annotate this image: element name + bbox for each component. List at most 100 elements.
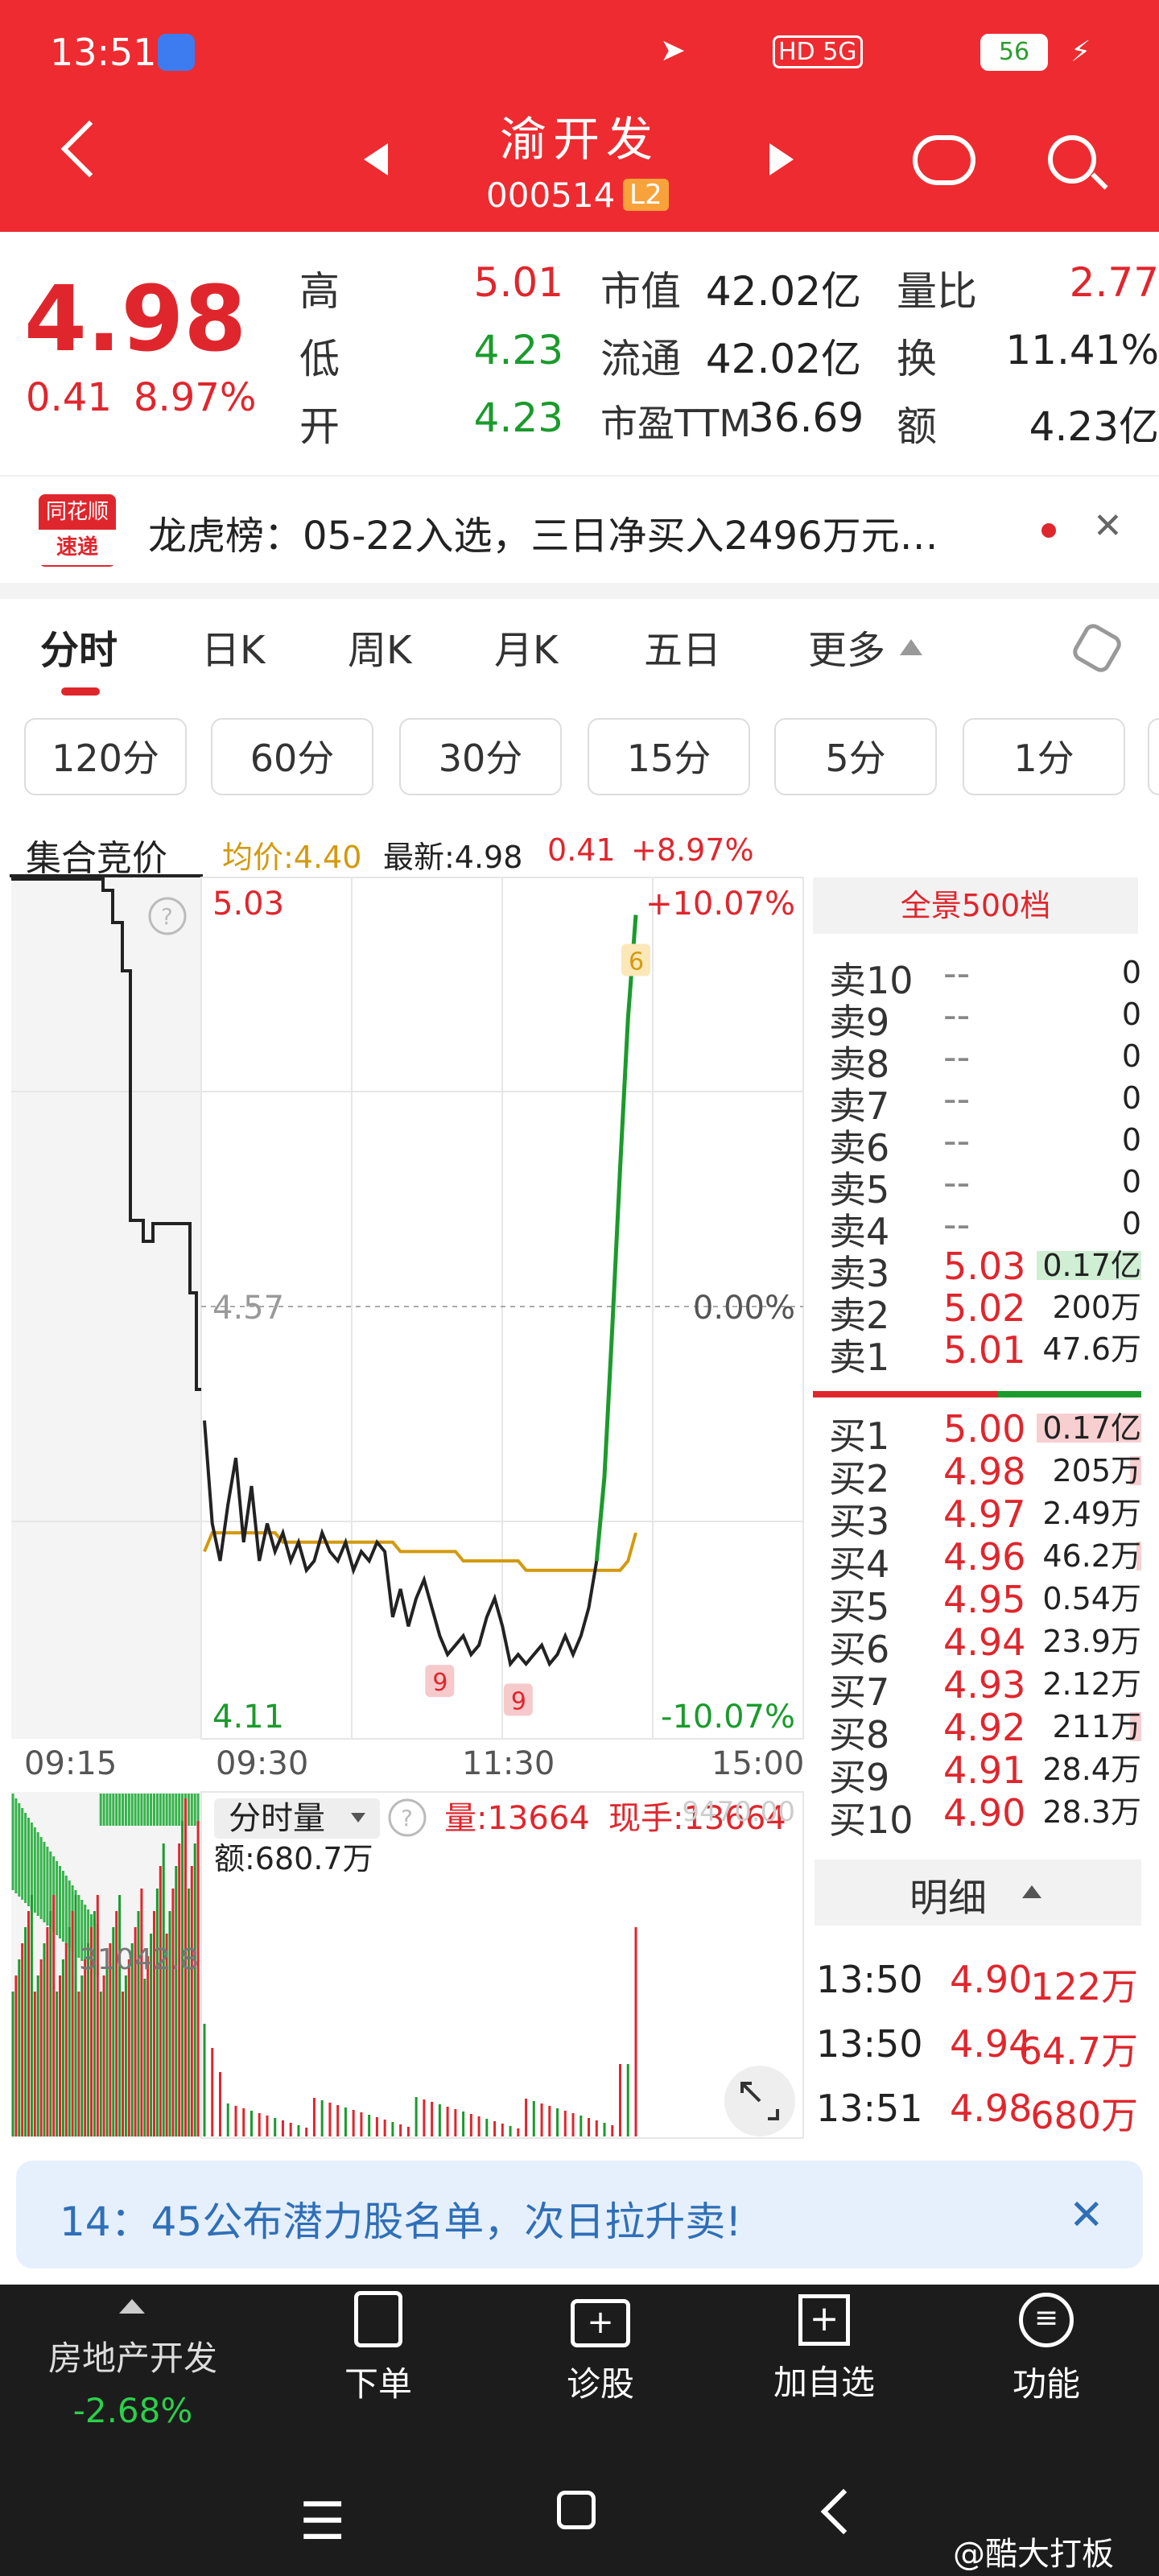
intraday-chart[interactable]: 9 9 6 ? 5.03 4.57 4.11 +10.07% 0.00% -10.0… <box>0 874 813 2146</box>
tab-more[interactable]: 更多 <box>808 618 885 675</box>
trade-price: 4.98 <box>950 2087 1033 2130</box>
bid-price: 4.91 <box>943 1748 1026 1792</box>
bid-row[interactable]: 买2 4.98 205万 <box>813 1450 1141 1501</box>
period-60m[interactable]: 60分 <box>211 718 373 795</box>
ask-row[interactable]: 卖8 -- 0 <box>813 1035 1141 1086</box>
ask-volume: 0 <box>1121 1164 1141 1199</box>
bid-row[interactable]: 买4 4.96 46.2万 <box>813 1535 1141 1586</box>
ask-row[interactable]: 卖5 -- 0 <box>813 1161 1141 1212</box>
bid-price: 4.98 <box>943 1450 1026 1493</box>
bid-row[interactable]: 买8 4.92 211万 <box>813 1706 1141 1757</box>
bid-price: 4.94 <box>943 1620 1026 1664</box>
bid-volume: 205万 <box>1052 1453 1141 1488</box>
stat-pe-label: 市盈TTM <box>600 402 752 445</box>
period-1m[interactable]: 1分 <box>963 718 1125 795</box>
ask-price: 5.03 <box>943 1245 1026 1288</box>
bid-row[interactable]: 买3 4.97 2.49万 <box>813 1492 1141 1543</box>
system-menu-icon[interactable]: ☰ <box>299 2492 345 2552</box>
ask-row[interactable]: 卖3 5.03 0.17亿 <box>813 1245 1141 1295</box>
status-time: 13:51 <box>50 31 157 74</box>
back-arrow-icon[interactable] <box>60 120 118 178</box>
bid-row[interactable]: 买7 4.93 2.12万 <box>813 1663 1141 1714</box>
sector-change: -2.68% <box>72 2391 193 2430</box>
ask-row[interactable]: 卖2 5.02 200万 <box>813 1286 1141 1337</box>
bid-row[interactable]: 买10 4.90 28.3万 <box>813 1791 1141 1842</box>
nav-add-watchlist[interactable]: + 加自选 <box>744 2286 905 2405</box>
system-home-icon[interactable] <box>557 2491 596 2529</box>
bid-row[interactable]: 买1 5.00 0.17亿 <box>813 1407 1141 1458</box>
detail-caret-icon <box>1022 1885 1041 1898</box>
nav-order[interactable]: 下单 <box>298 2286 459 2406</box>
price-line <box>203 1420 599 1668</box>
trade-time: 13:51 <box>816 2087 923 2130</box>
volume-title: 分时量 <box>229 1800 325 1837</box>
ask-row[interactable]: 卖7 -- 0 <box>813 1077 1141 1128</box>
tab-daily-k[interactable]: 日K <box>201 618 265 675</box>
app-link-icon <box>158 34 195 71</box>
news-logo-top: 同花顺 <box>45 500 109 524</box>
ask-volume: 200万 <box>1052 1290 1141 1325</box>
stat-mktcap-label: 市值 <box>600 268 681 315</box>
bid-volume: 0.17亿 <box>1042 1410 1141 1446</box>
stat-open-value: 4.23 <box>473 394 563 441</box>
price-axis-low: 4.11 <box>212 1699 284 1736</box>
price-axis-high: 5.03 <box>212 886 284 923</box>
ask-row[interactable]: 卖1 5.01 47.6万 <box>813 1328 1141 1379</box>
ask-volume: 0 <box>1121 1080 1141 1116</box>
nav-functions[interactable]: ≡ 功能 <box>966 2286 1127 2406</box>
search-icon-handle <box>1091 172 1108 190</box>
period-30m[interactable]: 30分 <box>399 718 562 795</box>
nav-diagnose[interactable]: + 诊股 <box>520 2286 681 2406</box>
bid-row[interactable]: 买9 4.91 28.4万 <box>813 1748 1141 1799</box>
bid-row[interactable]: 买6 4.94 23.9万 <box>813 1620 1141 1671</box>
stock-code: 000514 <box>486 175 616 215</box>
watermark: @酷大打板 <box>953 2536 1114 2573</box>
caret-up-icon <box>900 639 922 655</box>
period-120m[interactable]: 120分 <box>24 718 187 795</box>
ask-row[interactable]: 卖9 -- 0 <box>813 993 1141 1044</box>
add-watchlist-icon: + <box>798 2294 850 2346</box>
ask-row[interactable]: 卖6 -- 0 <box>813 1119 1141 1170</box>
chart-markers: 9 9 6 <box>425 943 650 1716</box>
next-stock-icon[interactable] <box>769 143 794 175</box>
tab-weekly-k[interactable]: 周K <box>348 618 411 675</box>
bid-row[interactable]: 买5 4.95 0.54万 <box>813 1578 1141 1629</box>
news-headline[interactable]: 龙虎榜：05-22入选，三日净买入2496万元… <box>148 504 1009 560</box>
pct-axis-low: -10.07% <box>661 1699 795 1736</box>
period-5m[interactable]: 5分 <box>774 718 937 795</box>
search-icon[interactable] <box>1048 135 1096 184</box>
orderbook-header[interactable]: 全景500档 <box>813 877 1138 934</box>
price-axis-mid: 4.57 <box>212 1290 284 1327</box>
header-change-pct: +8.97% <box>631 832 754 868</box>
ask-row[interactable]: 卖10 -- 0 <box>813 952 1141 1002</box>
close-banner-icon[interactable]: ✕ <box>1069 2191 1104 2240</box>
sector-expand-icon[interactable] <box>119 2299 145 2314</box>
ask-price: -- <box>943 1077 971 1121</box>
ask-volume: 0 <box>1121 1038 1141 1074</box>
latest-price-label: 最新:4.98 <box>383 840 523 875</box>
marker-label: 6 <box>629 948 644 976</box>
sector-name[interactable]: 房地产开发 <box>32 2331 233 2380</box>
bid-volume: 28.3万 <box>1042 1794 1141 1830</box>
price-change-pct: 8.97% <box>134 375 257 420</box>
close-news-icon[interactable]: ✕ <box>1093 506 1123 547</box>
settings-hexagon-icon[interactable] <box>1069 620 1125 676</box>
price-line-surge <box>594 914 638 1562</box>
marker-label: 9 <box>511 1687 526 1715</box>
period-15m[interactable]: 15分 <box>588 718 750 795</box>
bid-ratio-bar <box>813 1391 998 1397</box>
volume-amount: 量:13664 <box>444 1800 590 1837</box>
tab-intraday[interactable]: 分时 <box>40 618 118 675</box>
robot-assistant-icon[interactable] <box>913 135 975 185</box>
tab-five-day[interactable]: 五日 <box>644 618 721 675</box>
section-gap <box>0 583 1159 599</box>
ask-volume: 0 <box>1121 955 1141 990</box>
price-change: 0.41 <box>26 375 112 420</box>
tab-monthly-k[interactable]: 月K <box>494 618 558 675</box>
ask-price: -- <box>943 1035 971 1079</box>
ask-row[interactable]: 卖4 -- 0 <box>813 1203 1141 1253</box>
trade-price: 4.90 <box>950 1958 1033 2001</box>
prev-stock-icon[interactable] <box>364 143 388 175</box>
bid-price: 4.90 <box>943 1791 1026 1835</box>
ask-price: -- <box>943 1161 971 1204</box>
